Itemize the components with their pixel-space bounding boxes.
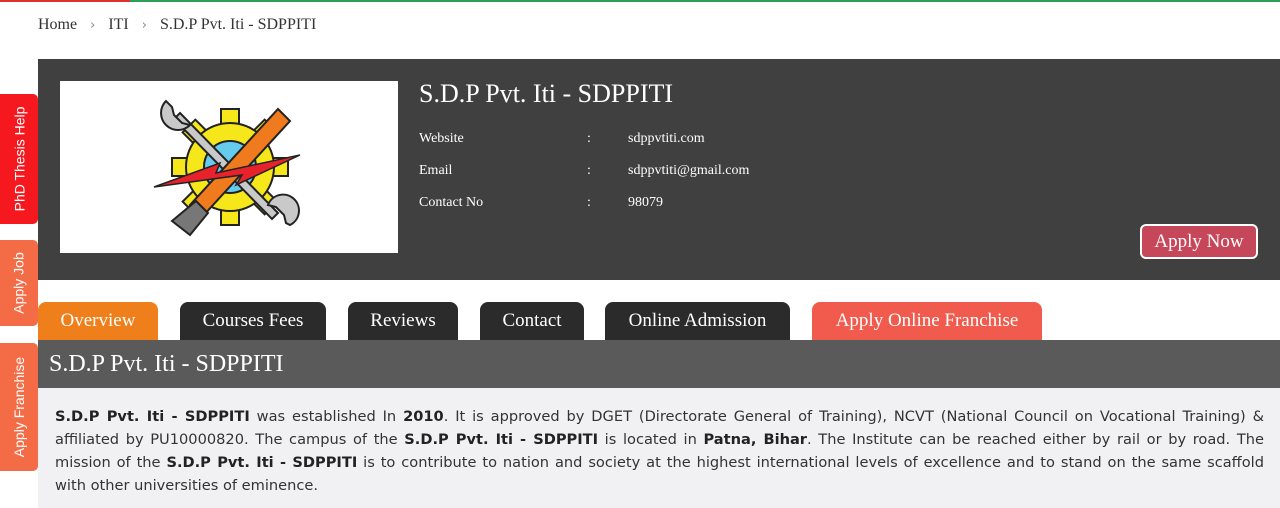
top-accent-line — [0, 0, 1280, 2]
tab-courses-fees[interactable]: Courses Fees — [180, 302, 326, 340]
breadcrumb-iti[interactable]: ITI — [108, 16, 128, 34]
about-paragraph: S.D.P Pvt. Iti - SDPPITI was established… — [38, 388, 1280, 508]
apply-now-button[interactable]: Apply Now — [1140, 224, 1258, 259]
institute-name: S.D.P Pvt. Iti - SDPPITI — [419, 79, 674, 108]
email-row: Email : sdppvtiti@gmail.com — [419, 163, 749, 179]
about-year: 2010 — [403, 408, 444, 425]
tab-overview[interactable]: Overview — [38, 302, 158, 340]
tab-apply-online-franchise[interactable]: Apply Online Franchise — [812, 302, 1042, 340]
website-label: Website — [419, 131, 464, 146]
apply-franchise-tab[interactable]: Apply Franchise — [0, 343, 38, 471]
institute-header: S.D.P Pvt. Iti - SDPPITI Website : sdppv… — [38, 59, 1280, 280]
contact-row: Contact No : 98079 — [419, 195, 663, 211]
about-name-1: S.D.P Pvt. Iti - SDPPITI — [55, 408, 250, 425]
website-row: Website : sdppvtiti.com — [419, 131, 705, 147]
tab-reviews[interactable]: Reviews — [348, 302, 458, 340]
contact-colon: : — [587, 195, 591, 210]
about-location: Patna, Bihar — [703, 431, 808, 448]
about-name-2: S.D.P Pvt. Iti - SDPPITI — [404, 431, 599, 448]
about-text-3: is located in — [598, 431, 704, 448]
breadcrumb-home[interactable]: Home — [38, 16, 77, 34]
contact-value: 98079 — [628, 195, 663, 210]
breadcrumb: Home › ITI › S.D.P Pvt. Iti - SDPPITI — [38, 15, 316, 35]
institute-logo — [60, 81, 398, 253]
website-colon: : — [587, 131, 591, 146]
tab-contact[interactable]: Contact — [480, 302, 584, 340]
section-title: S.D.P Pvt. Iti - SDPPITI — [38, 340, 1280, 388]
about-text-1: was established In — [249, 408, 404, 425]
website-value[interactable]: sdppvtiti.com — [628, 131, 705, 147]
tab-online-admission[interactable]: Online Admission — [605, 302, 790, 340]
phd-thesis-help-tab[interactable]: PhD Thesis Help — [0, 94, 38, 224]
chevron-right-icon: › — [90, 17, 96, 33]
chevron-right-icon: › — [141, 17, 147, 33]
email-label: Email — [419, 163, 453, 178]
breadcrumb-current: S.D.P Pvt. Iti - SDPPITI — [159, 16, 317, 33]
wrench-gear-lightning-logo — [153, 99, 301, 237]
email-value[interactable]: sdppvtiti@gmail.com — [628, 163, 749, 179]
contact-label: Contact No — [419, 195, 484, 210]
about-name-3: S.D.P Pvt. Iti - SDPPITI — [166, 454, 358, 471]
email-colon: : — [587, 163, 591, 178]
apply-job-tab[interactable]: Apply Job — [0, 240, 38, 326]
